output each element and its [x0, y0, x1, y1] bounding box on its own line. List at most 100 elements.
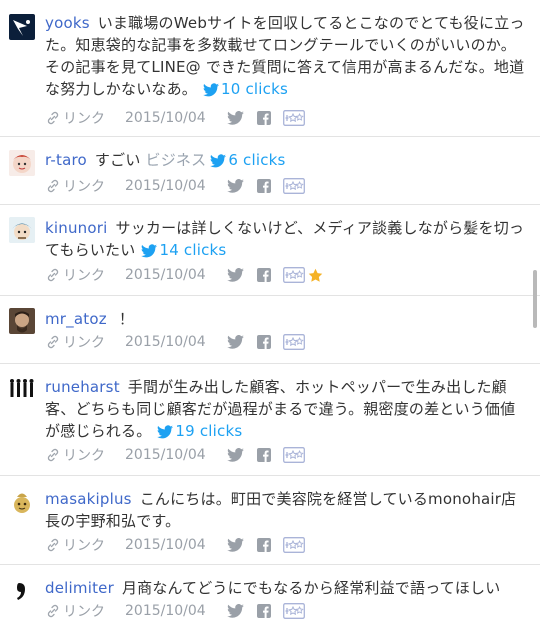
- facebook-share-button[interactable]: [256, 268, 271, 282]
- facebook-icon: [256, 604, 271, 618]
- link-icon: [47, 268, 59, 282]
- comment-date[interactable]: 2015/10/04: [125, 603, 206, 619]
- comment-body: r-taro すごい ビジネス 6 clicks: [45, 149, 526, 171]
- permalink[interactable]: リンク: [45, 176, 105, 196]
- hatena-bookmark-icon: [282, 334, 305, 350]
- link-label: リンク: [63, 448, 105, 464]
- comment-item: masakiplus こんにちは。町田で美容院を経営しているmonohair店長の…: [0, 476, 540, 565]
- comment-date[interactable]: 2015/10/04: [125, 447, 206, 463]
- comment-text-line: r-taro すごい ビジネス 6 clicks: [45, 149, 526, 171]
- scrollbar-thumb[interactable]: [533, 270, 537, 328]
- comment-date[interactable]: 2015/10/04: [125, 334, 206, 350]
- comment-meta: リンク 2015/10/04: [45, 534, 305, 556]
- twitter-icon: [226, 111, 244, 125]
- twitter-share-button[interactable]: [226, 335, 244, 349]
- comment-item: runeharst 手間が生み出した顧客、ホットペッパーで生み出した顧客、どちらも…: [0, 364, 540, 476]
- username-link[interactable]: delimiter: [45, 579, 114, 597]
- comment-meta: リンク 2015/10/04: [45, 107, 305, 129]
- permalink[interactable]: リンク: [45, 265, 105, 285]
- comment-body: delimiter 月商なんてどうにでもなるから経常利益で語ってほしい: [45, 577, 526, 599]
- twitter-share-button[interactable]: [226, 268, 244, 282]
- permalink[interactable]: リンク: [45, 108, 105, 128]
- avatar[interactable]: [9, 308, 35, 334]
- link-icon: [47, 538, 59, 552]
- hatena-bookmark-button[interactable]: [282, 334, 305, 350]
- hatena-bookmark-button[interactable]: [282, 447, 305, 463]
- twitter-share-button[interactable]: [226, 604, 244, 618]
- hatena-bookmark-icon: [282, 110, 305, 126]
- avatar[interactable]: [9, 217, 35, 243]
- facebook-share-button[interactable]: [256, 538, 271, 552]
- username-link[interactable]: masakiplus: [45, 490, 132, 508]
- comment-body: yooks いま職場のWebサイトを回収してるとこなのでとても役に立った。知恵袋的…: [45, 12, 526, 100]
- tweet-clicks-link[interactable]: 6 clicks: [210, 151, 285, 169]
- hatena-bookmark-icon: [282, 537, 305, 553]
- starred-indicator[interactable]: [308, 268, 323, 283]
- tweet-clicks-link[interactable]: 19 clicks: [157, 422, 242, 440]
- link-label: リンク: [63, 268, 105, 284]
- comment-body: runeharst 手間が生み出した顧客、ホットペッパーで生み出した顧客、どちらも…: [45, 376, 526, 442]
- comment-text: ！: [118, 310, 135, 328]
- comment-date[interactable]: 2015/10/04: [125, 178, 206, 194]
- comment-date[interactable]: 2015/10/04: [125, 267, 206, 283]
- comment-text: すごい: [94, 151, 141, 169]
- twitter-share-button[interactable]: [226, 448, 244, 462]
- username-link[interactable]: runeharst: [45, 378, 120, 396]
- comment-date[interactable]: 2015/10/04: [125, 537, 206, 553]
- clicks-count: 6 clicks: [228, 151, 286, 169]
- hatena-bookmark-button[interactable]: [282, 537, 305, 553]
- comment-body: mr_atoz ！: [45, 308, 526, 330]
- permalink[interactable]: リンク: [45, 535, 105, 555]
- link-icon: [47, 448, 59, 462]
- hatena-bookmark-icon: [282, 603, 305, 619]
- permalink[interactable]: リンク: [45, 445, 105, 465]
- twitter-icon: [226, 268, 244, 282]
- hatena-bookmark-button[interactable]: [282, 178, 305, 194]
- hatena-bookmark-icon: [282, 447, 305, 463]
- link-icon: [47, 335, 59, 349]
- twitter-bird-icon: [203, 83, 220, 97]
- comment-item: r-taro すごい ビジネス 6 clicks リンク 2015/10/04: [0, 137, 540, 205]
- link-label: リンク: [63, 335, 105, 351]
- comment-text-line: runeharst 手間が生み出した顧客、ホットペッパーで生み出した顧客、どちらも…: [45, 376, 526, 442]
- tweet-clicks-link[interactable]: 14 clicks: [141, 241, 226, 259]
- comment-item: delimiter 月商なんてどうにでもなるから経常利益で語ってほしい リンク 2…: [0, 565, 540, 639]
- username-link[interactable]: mr_atoz: [45, 310, 107, 328]
- comment-meta: リンク 2015/10/04: [45, 264, 323, 286]
- twitter-share-button[interactable]: [226, 538, 244, 552]
- avatar[interactable]: [9, 577, 35, 603]
- facebook-share-button[interactable]: [256, 604, 271, 618]
- avatar[interactable]: [9, 14, 35, 40]
- username-link[interactable]: yooks: [45, 14, 90, 32]
- avatar[interactable]: [9, 150, 35, 176]
- facebook-icon: [256, 179, 271, 193]
- link-icon: [47, 111, 59, 125]
- facebook-share-button[interactable]: [256, 179, 271, 193]
- avatar[interactable]: [9, 376, 35, 402]
- avatar[interactable]: [9, 489, 35, 515]
- hatena-bookmark-button[interactable]: [282, 603, 305, 619]
- facebook-share-button[interactable]: [256, 448, 271, 462]
- twitter-icon: [226, 448, 244, 462]
- comment-date[interactable]: 2015/10/04: [125, 110, 206, 126]
- hatena-bookmark-button[interactable]: [282, 267, 305, 283]
- link-icon: [47, 179, 59, 193]
- facebook-share-button[interactable]: [256, 111, 271, 125]
- facebook-share-button[interactable]: [256, 335, 271, 349]
- username-link[interactable]: kinunori: [45, 219, 108, 237]
- hatena-bookmark-button[interactable]: [282, 110, 305, 126]
- twitter-share-button[interactable]: [226, 111, 244, 125]
- clicks-count: 14 clicks: [159, 241, 227, 259]
- tweet-clicks-link[interactable]: 10 clicks: [203, 80, 288, 98]
- twitter-icon: [226, 538, 244, 552]
- clicks-count: 19 clicks: [175, 422, 243, 440]
- comment-body: masakiplus こんにちは。町田で美容院を経営しているmonohair店長の…: [45, 488, 526, 532]
- category-tag[interactable]: ビジネス: [146, 151, 207, 169]
- username-link[interactable]: r-taro: [45, 151, 87, 169]
- link-label: リンク: [63, 538, 105, 554]
- facebook-icon: [256, 538, 271, 552]
- comment-item: mr_atoz ！ リンク 2015/10/04: [0, 296, 540, 364]
- twitter-share-button[interactable]: [226, 179, 244, 193]
- permalink[interactable]: リンク: [45, 332, 105, 352]
- permalink[interactable]: リンク: [45, 601, 105, 621]
